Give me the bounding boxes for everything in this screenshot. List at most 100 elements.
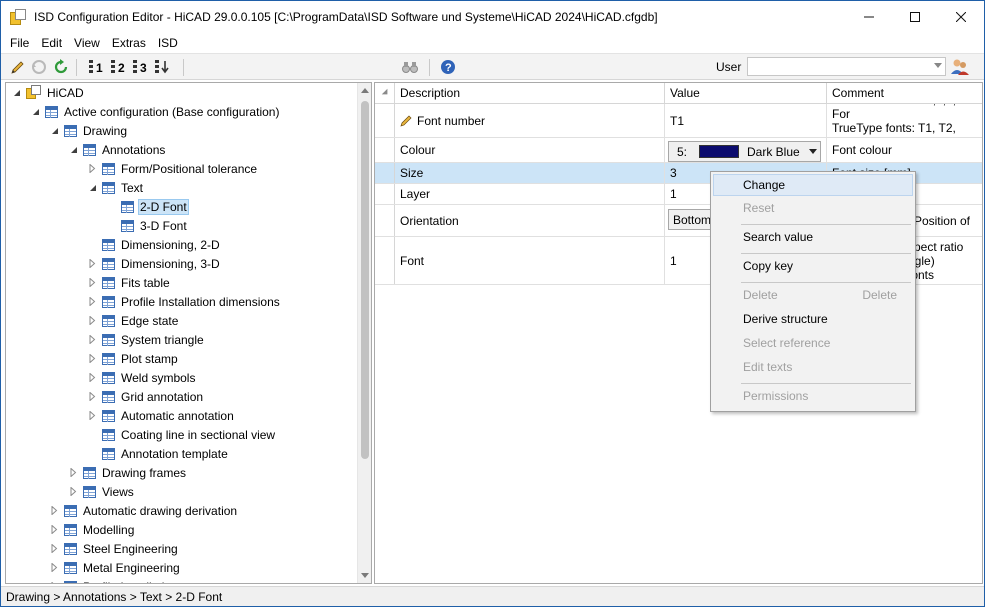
undo-icon[interactable]	[30, 58, 48, 76]
scroll-down-icon[interactable]	[361, 573, 369, 578]
expanded-arrow-icon[interactable]	[31, 107, 40, 116]
tree-item[interactable]: Form/Positional tolerance	[88, 159, 259, 178]
expanded-arrow-icon[interactable]	[69, 145, 78, 154]
edit-pencil-icon[interactable]	[8, 58, 26, 76]
menu-edit[interactable]: Edit	[35, 36, 68, 50]
users-icon[interactable]	[950, 57, 970, 77]
title-bar: ISD Configuration Editor - HiCAD 29.0.0.…	[1, 1, 984, 33]
menu-item-derive-structure[interactable]: Derive structure	[713, 308, 913, 330]
tree-item[interactable]: Drawing	[50, 121, 129, 140]
grid-corner[interactable]	[375, 83, 395, 104]
grid-row-colour[interactable]: Colour 5: Dark Blue Font colour	[375, 138, 982, 163]
menu-item-change[interactable]: Change	[713, 174, 913, 196]
value-cell[interactable]: T1	[665, 104, 827, 137]
tree-level-3-icon[interactable]: 3	[132, 58, 150, 76]
collapsed-arrow-icon[interactable]	[88, 297, 97, 306]
collapsed-arrow-icon[interactable]	[69, 487, 78, 496]
collapsed-arrow-icon[interactable]	[88, 335, 97, 344]
tree-item[interactable]: Annotation template	[88, 444, 230, 463]
tree-item[interactable]: Profile Installation dimensions	[88, 292, 282, 311]
tree-item[interactable]: Coating line in sectional view	[88, 425, 277, 444]
tree-item[interactable]: Plot stamp	[88, 349, 180, 368]
tree-item[interactable]: Steel Engineering	[50, 539, 180, 558]
help-icon[interactable]: ?	[439, 58, 457, 76]
collapsed-arrow-icon[interactable]	[88, 373, 97, 382]
menu-item-search-value[interactable]: Search value	[713, 226, 913, 248]
menu-item-permissions[interactable]: Permissions	[713, 385, 913, 407]
menu-extras[interactable]: Extras	[106, 36, 152, 50]
tree-item[interactable]: Fits table	[88, 273, 172, 292]
tree-item-label: Views	[102, 484, 134, 499]
tree-item[interactable]: HiCAD	[12, 83, 86, 102]
menu-item-select-reference[interactable]: Select reference	[713, 332, 913, 354]
tree-item-label: Drawing frames	[102, 465, 187, 480]
collapsed-arrow-icon[interactable]	[50, 563, 59, 572]
column-value[interactable]: Value	[665, 83, 827, 104]
menu-view[interactable]: View	[68, 36, 106, 50]
collapsed-arrow-icon[interactable]	[88, 259, 97, 268]
tree-item[interactable]: System triangle	[88, 330, 206, 349]
collapsed-arrow-icon[interactable]	[50, 525, 59, 534]
tree-item[interactable]: Edge state	[88, 311, 180, 330]
tree-level-2-icon[interactable]: 2	[110, 58, 128, 76]
menu-item-edit-texts[interactable]: Edit texts	[713, 356, 913, 378]
collapsed-arrow-icon[interactable]	[50, 582, 59, 583]
colour-select[interactable]: 5: Dark Blue	[668, 141, 821, 162]
tree-item[interactable]: Profile Installation	[50, 577, 180, 583]
tree-level-1-icon[interactable]: 1	[88, 58, 106, 76]
tree-item[interactable]: Text	[88, 178, 145, 197]
table-icon	[102, 447, 115, 460]
collapsed-arrow-icon[interactable]	[69, 468, 78, 477]
collapsed-arrow-icon[interactable]	[88, 164, 97, 173]
refresh-icon[interactable]	[52, 58, 70, 76]
binoculars-search-icon[interactable]	[401, 58, 419, 76]
maximize-icon[interactable]	[892, 1, 938, 33]
collapsed-arrow-icon[interactable]	[50, 544, 59, 553]
tree-item[interactable]: Weld symbols	[88, 368, 197, 387]
column-description[interactable]: Description	[395, 83, 665, 104]
expand-tree-icon[interactable]	[154, 58, 172, 76]
collapsed-arrow-icon[interactable]	[88, 392, 97, 401]
menu-item-reset[interactable]: Reset	[713, 197, 913, 219]
scroll-up-icon[interactable]	[361, 88, 369, 93]
row-header	[375, 104, 395, 137]
grid-row-font-number[interactable]: Font number T1 For HiCAD fonts: 1,2,3,..…	[375, 104, 982, 138]
tree-item[interactable]: Modelling	[50, 520, 136, 539]
expanded-arrow-icon[interactable]	[12, 88, 21, 97]
tree-item[interactable]: Automatic annotation	[88, 406, 236, 425]
tree-item[interactable]: 3-D Font	[107, 216, 189, 235]
table-icon	[64, 561, 77, 574]
collapsed-arrow-icon[interactable]	[50, 506, 59, 515]
menu-file[interactable]: File	[1, 36, 35, 50]
menu-item-delete[interactable]: Delete Delete	[713, 284, 913, 306]
tree-item-label: Profile Installation dimensions	[121, 294, 280, 309]
scroll-thumb[interactable]	[361, 101, 369, 459]
tree-item[interactable]: Active configuration (Base configuration…	[31, 102, 281, 121]
tree-item[interactable]: Metal Engineering	[50, 558, 182, 577]
tree-item[interactable]: 2-D Font	[107, 197, 189, 216]
tree-item[interactable]: Drawing frames	[69, 463, 188, 482]
config-tree[interactable]: HiCAD Active configuration (Base configur…	[5, 82, 372, 584]
collapsed-arrow-icon[interactable]	[88, 411, 97, 420]
user-select[interactable]	[747, 57, 946, 76]
collapsed-arrow-icon[interactable]	[88, 278, 97, 287]
svg-text:?: ?	[445, 62, 452, 74]
toolbar: 1 2 3 ? User	[1, 53, 984, 80]
table-icon	[102, 314, 115, 327]
minimize-icon[interactable]	[846, 1, 892, 33]
tree-item[interactable]: Dimensioning, 2-D	[88, 235, 222, 254]
expanded-arrow-icon[interactable]	[88, 183, 97, 192]
menu-item-copy-key[interactable]: Copy key	[713, 255, 913, 277]
tree-item[interactable]: Annotations	[69, 140, 167, 159]
collapsed-arrow-icon[interactable]	[88, 354, 97, 363]
tree-item[interactable]: Grid annotation	[88, 387, 205, 406]
expanded-arrow-icon[interactable]	[50, 126, 59, 135]
tree-item[interactable]: Views	[69, 482, 136, 501]
tree-item[interactable]: Automatic drawing derivation	[50, 501, 239, 520]
column-comment[interactable]: Comment	[827, 83, 982, 104]
tree-item[interactable]: Dimensioning, 3-D	[88, 254, 222, 273]
close-icon[interactable]	[938, 1, 984, 33]
menu-isd[interactable]: ISD	[152, 36, 184, 50]
tree-scrollbar[interactable]	[357, 83, 371, 583]
collapsed-arrow-icon[interactable]	[88, 316, 97, 325]
